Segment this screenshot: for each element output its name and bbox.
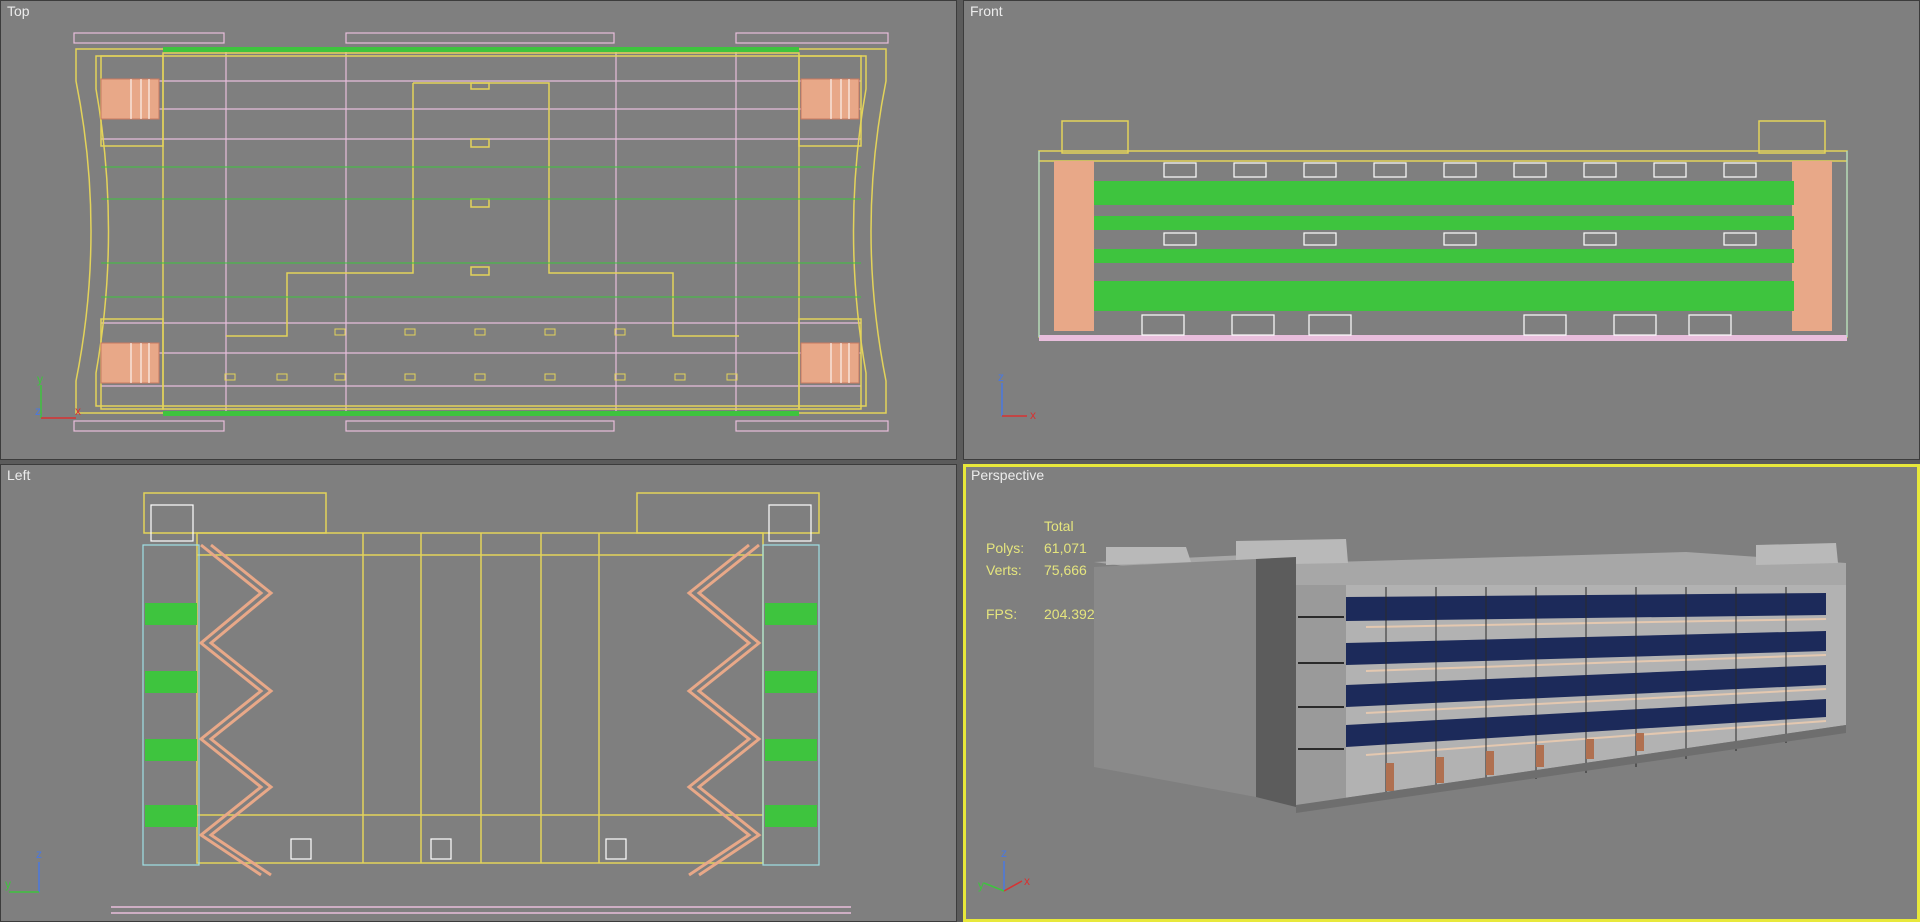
verts-value: 75,666 (1044, 562, 1087, 578)
fps-label: FPS: (986, 606, 1018, 622)
axis-label-z: z (998, 371, 1004, 384)
axis-label-z: z (35, 404, 41, 418)
viewport-perspective[interactable]: Total Polys: 61,071 Verts: 75,666 FPS: 2… (963, 464, 1920, 922)
front-view-wireframe (1038, 120, 1848, 341)
perspective-render (1094, 539, 1846, 813)
top-view-wireframe (73, 32, 889, 432)
viewport-left[interactable]: z y Left (0, 464, 957, 922)
axis-label-z: z (1001, 846, 1007, 860)
viewport-label-perspective[interactable]: Perspective (971, 467, 1044, 483)
viewport-label-front[interactable]: Front (970, 3, 1003, 19)
axis-label-y: y (37, 373, 43, 386)
viewport-label-left[interactable]: Left (7, 467, 30, 483)
axis-gizmo-top: y x z (35, 373, 81, 419)
axis-label-z: z (36, 847, 42, 861)
left-view-wireframe (111, 492, 851, 914)
stats-header: Total (1044, 518, 1074, 534)
axis-label-x: x (75, 404, 81, 418)
axis-label-y: y (5, 877, 11, 891)
polys-label: Polys: (986, 540, 1025, 556)
viewport-label-top[interactable]: Top (7, 3, 30, 19)
axis-label-y: y (978, 878, 984, 892)
verts-label: Verts: (986, 562, 1022, 578)
viewport-front[interactable]: z x Front (963, 0, 1920, 460)
fps-value: 204.392 (1044, 606, 1095, 622)
axis-gizmo-front: z x (998, 371, 1036, 422)
axis-label-x: x (1024, 874, 1030, 888)
polys-value: 61,071 (1044, 540, 1087, 556)
axis-label-x: x (1030, 408, 1036, 422)
viewport-top[interactable]: y x z Top (0, 0, 957, 460)
stats-overlay: Total Polys: 61,071 Verts: 75,666 FPS: 2… (986, 515, 1095, 625)
axis-gizmo-perspective: z y x (978, 846, 1030, 892)
axis-gizmo-left: z y (5, 847, 42, 893)
